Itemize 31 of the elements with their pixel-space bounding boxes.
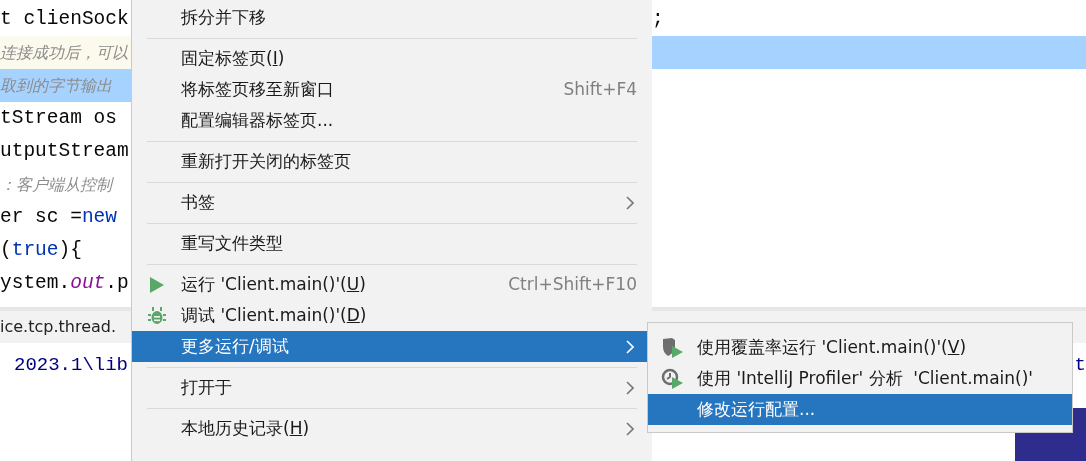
menu-item[interactable]: 重新打开关闭的标签页: [132, 146, 652, 177]
menu-item[interactable]: 运行 'Client.main()'(U) Ctrl+Shift+F10: [132, 269, 652, 300]
menu-item[interactable]: 书签: [132, 187, 652, 218]
tool-window-title: ice.tcp.thread.: [0, 316, 116, 338]
chevron-right-icon: [626, 195, 634, 210]
code-line: tStream os: [0, 105, 119, 131]
chevron-right-icon: [626, 380, 634, 395]
code-line: (true){: [0, 237, 83, 263]
menu-item[interactable]: 修改运行配置...: [648, 394, 1072, 425]
menu-item[interactable]: 配置编辑器标签页...: [132, 105, 652, 136]
code-line: ;: [652, 6, 665, 32]
bug-icon: [146, 305, 167, 326]
code-line: ：客户端从控制: [0, 173, 115, 196]
console-text: t: [1074, 353, 1086, 378]
code-line: ystem.out.p: [0, 270, 130, 296]
menu-item[interactable]: 重写文件类型: [132, 228, 652, 259]
shield-run-icon: [660, 336, 685, 359]
menu-item[interactable]: 将标签页移至新窗口 Shift+F4: [132, 74, 652, 105]
shortcut-label: Ctrl+Shift+F10: [508, 272, 637, 296]
clock-run-icon: [660, 367, 685, 390]
menu-item[interactable]: 拆分并下移: [132, 2, 652, 33]
code-line: utputStream: [0, 138, 130, 164]
shortcut-label: Shift+F4: [563, 77, 637, 101]
chevron-right-icon: [626, 421, 634, 436]
code-line: t clienSock: [0, 6, 130, 32]
code-line: er sc =new: [0, 204, 119, 230]
menu-item[interactable]: 固定标签页(I): [132, 43, 652, 74]
menu-item[interactable]: 调试 'Client.main()'(D): [132, 300, 652, 331]
console-text: 2023.1\lib: [13, 353, 129, 378]
chevron-right-icon: [626, 339, 634, 354]
play-icon: [148, 275, 165, 294]
